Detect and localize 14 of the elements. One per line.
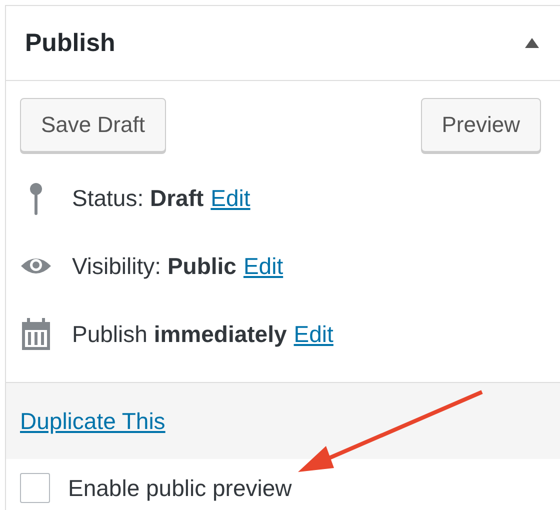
- checkbox-label: Enable public preview: [68, 474, 292, 502]
- edit-link[interactable]: Edit: [243, 252, 284, 280]
- save-draft-button[interactable]: Save Draft: [20, 98, 166, 152]
- edit-link[interactable]: Edit: [210, 184, 250, 212]
- status-text: Status: Draft: [72, 184, 204, 212]
- panel-title: Publish: [25, 28, 116, 58]
- status-text: Visibility: Public: [72, 252, 236, 280]
- edit-link[interactable]: Edit: [294, 320, 334, 348]
- status-text: Publish immediately: [72, 320, 287, 348]
- duplicate-link[interactable]: Duplicate This: [20, 408, 166, 434]
- preview-button[interactable]: Preview: [420, 98, 541, 152]
- collapse-icon[interactable]: [524, 37, 540, 49]
- checkbox[interactable]: [20, 473, 50, 503]
- calendar-icon: [20, 317, 52, 351]
